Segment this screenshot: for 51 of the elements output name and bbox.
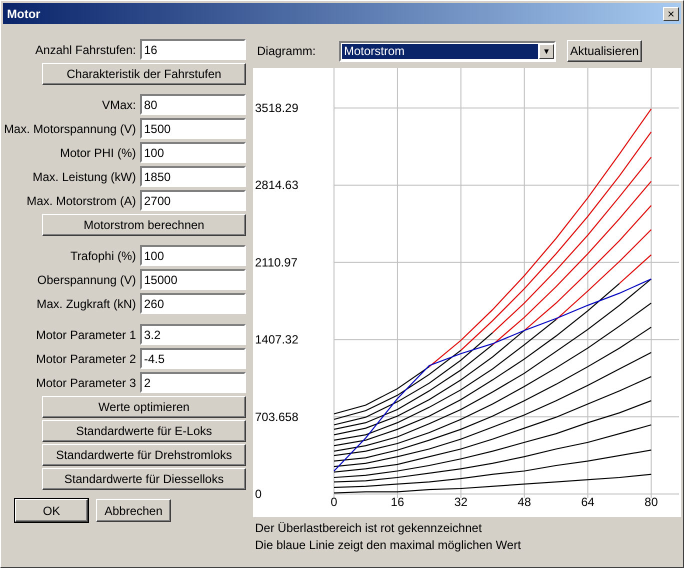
- input-field[interactable]: 2: [140, 372, 246, 393]
- window-title: Motor: [7, 6, 40, 20]
- field-label: Max. Motorspannung (V): [2, 122, 137, 136]
- x-axis-label: 16: [390, 495, 404, 509]
- y-axis-label: 3518.29: [255, 101, 298, 115]
- field-label: VMax:: [100, 98, 137, 112]
- input-field[interactable]: 3.2: [140, 324, 246, 345]
- field-label: Max. Motorstrom (A): [26, 194, 137, 208]
- field-label: Motor Parameter 3: [34, 376, 137, 390]
- x-axis-label: 32: [454, 495, 468, 509]
- input-field[interactable]: 100: [140, 142, 246, 163]
- x-axis-label: 80: [644, 495, 658, 509]
- refresh-button[interactable]: Aktualisieren: [567, 40, 642, 62]
- close-button[interactable]: ×: [663, 6, 679, 20]
- action-button[interactable]: Standardwerte für E-Loks: [42, 420, 246, 442]
- input-field[interactable]: 15000: [140, 269, 246, 290]
- input-field[interactable]: 1850: [140, 166, 246, 187]
- chart-note: Die blaue Linie zeigt den maximal möglichen Wert: [254, 538, 522, 552]
- diagram-label: Diagramm:: [257, 44, 317, 58]
- input-field[interactable]: 80: [140, 94, 246, 115]
- input-field[interactable]: 1500: [140, 118, 246, 139]
- y-axis-label: 1407.32: [255, 332, 298, 347]
- input-field[interactable]: 2700: [140, 190, 246, 211]
- field-label: Max. Leistung (kW): [32, 170, 137, 184]
- action-button[interactable]: Standardwerte für Diesselloks: [42, 468, 246, 490]
- x-axis-label: 64: [581, 495, 594, 509]
- diagram-dropdown[interactable]: Motorstrom ▼: [339, 40, 556, 62]
- action-button[interactable]: Werte optimieren: [42, 396, 246, 418]
- action-button[interactable]: Charakteristik der Fahrstufen: [42, 62, 246, 84]
- y-axis-label: 703.658: [255, 410, 298, 424]
- field-label: Motor Parameter 1: [34, 328, 137, 342]
- y-axis-label: 2814.63: [255, 178, 298, 192]
- y-axis-label: 0: [255, 487, 262, 501]
- field-label: Oberspannung (V): [36, 272, 137, 286]
- field-label: Motor Parameter 2: [34, 352, 137, 366]
- field-label: Max. Zugkraft (kN): [36, 296, 137, 310]
- y-axis-label: 2110.97: [255, 255, 298, 270]
- x-axis-label: 48: [518, 495, 532, 509]
- field-label: Anzahl Fahrstufen:: [34, 42, 137, 56]
- x-axis-label: 0: [330, 495, 338, 509]
- input-field[interactable]: 100: [140, 245, 246, 266]
- input-field[interactable]: 16: [140, 39, 246, 60]
- field-label: Trafophi (%): [69, 248, 137, 262]
- field-label: Motor PHI (%): [58, 146, 137, 160]
- action-button[interactable]: Motorstrom berechnen: [42, 214, 246, 236]
- ok-button[interactable]: OK: [15, 499, 88, 522]
- action-button[interactable]: Standardwerte für Drehstromloks: [42, 444, 246, 466]
- input-field[interactable]: 260: [140, 293, 246, 314]
- cancel-button[interactable]: Abbrechen: [96, 499, 171, 522]
- input-field[interactable]: -4.5: [140, 348, 246, 369]
- chart-note: Der Überlastbereich ist rot gekennzeichnet: [254, 521, 483, 535]
